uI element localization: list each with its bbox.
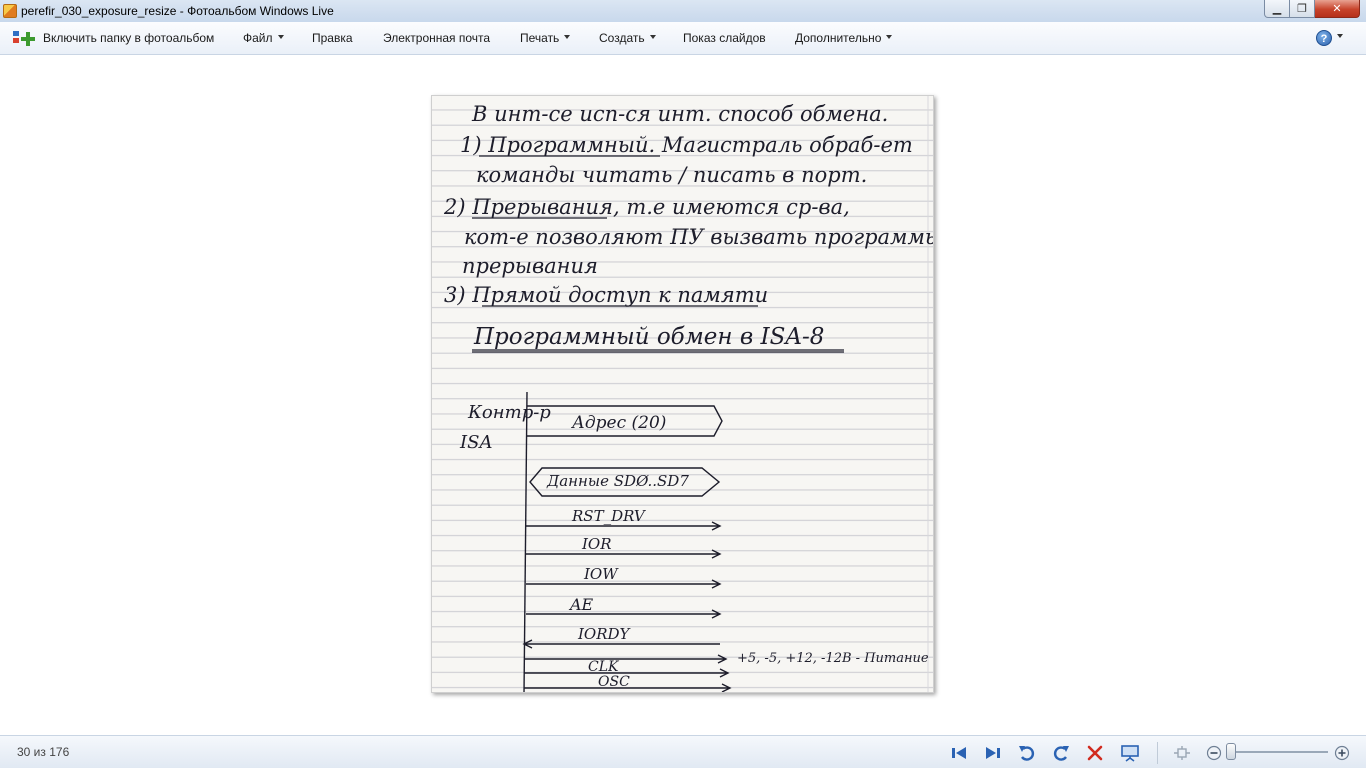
diagram-signal: IOR: [581, 535, 612, 553]
note-line: 3) Прямой доступ к памяти: [444, 283, 768, 307]
diagram-power-label: +5, -5, +12, -12В - Питание: [737, 651, 929, 666]
slideshow-button[interactable]: [1120, 743, 1140, 763]
diagram-signal: AE: [568, 595, 594, 614]
chevron-down-icon: [1337, 34, 1343, 38]
menu-create-label: Создать: [599, 31, 645, 45]
diagram-signal: IOW: [583, 565, 619, 583]
diagram-data-label: Данные SDØ..SD7: [546, 472, 689, 490]
next-button[interactable]: [983, 743, 1003, 763]
zoom-slider-track[interactable]: [1232, 751, 1328, 753]
diagram-address-label: Адрес (20): [571, 413, 666, 433]
delete-icon: [1087, 745, 1103, 761]
photo-gallery-app-icon: [3, 4, 17, 18]
help-icon: ?: [1316, 30, 1332, 46]
maximize-icon: ❐: [1297, 3, 1307, 15]
menu-file-label: Файл: [243, 31, 273, 45]
menu-slideshow[interactable]: Показ слайдов: [683, 22, 766, 55]
note-line: команды читать / писать в порт.: [476, 163, 867, 187]
photo-image: В инт-се исп-ся инт. способ обмена. 1) П…: [431, 95, 934, 693]
note-line: В инт-се исп-ся инт. способ обмена.: [471, 102, 888, 126]
menu-extras[interactable]: Дополнительно: [795, 22, 893, 55]
window-title: perefir_030_exposure_resize - Фотоальбом…: [21, 4, 334, 18]
menu-include-folder[interactable]: Включить папку в фотоальбом: [43, 22, 214, 55]
menu-create[interactable]: Создать: [599, 22, 656, 55]
diagram-signal: IORDY: [577, 625, 632, 643]
close-icon: ✕: [1332, 3, 1342, 15]
menu-print-label: Печать: [520, 31, 560, 45]
note-heading: Программный обмен в ISA-8: [473, 324, 824, 350]
actual-size-icon: [1174, 746, 1190, 760]
photo-counter: 30 из 176: [17, 745, 70, 759]
maximize-button[interactable]: ❐: [1290, 0, 1315, 18]
chevron-down-icon: [564, 34, 571, 39]
zoom-out-icon: [1206, 745, 1222, 761]
diagram-signal: RST_DRV: [571, 507, 647, 525]
previous-button[interactable]: [949, 743, 969, 763]
note-line: кот-е позволяют ПУ вызвать программы: [464, 225, 934, 249]
handwritten-notes-photo-icon: В инт-се исп-ся инт. способ обмена. 1) П…: [432, 96, 934, 692]
rotate-right-button[interactable]: [1051, 743, 1071, 763]
zoom-out-button[interactable]: [1204, 743, 1224, 763]
zoom-slider-handle[interactable]: [1226, 743, 1236, 760]
slideshow-icon: [1121, 745, 1139, 762]
title-bar: perefir_030_exposure_resize - Фотоальбом…: [0, 0, 1366, 22]
close-button[interactable]: ✕: [1315, 0, 1360, 18]
note-line: прерывания: [462, 254, 598, 278]
menu-file[interactable]: Файл: [243, 22, 284, 55]
previous-icon: [952, 747, 966, 759]
menu-extras-label: Дополнительно: [795, 31, 882, 45]
note-line: 1) Программный. Магистраль обраб-ет: [460, 133, 913, 157]
zoom-in-icon: [1334, 745, 1350, 761]
menu-edit[interactable]: Правка: [312, 22, 353, 55]
toolbar-divider: [1157, 742, 1158, 764]
diagram-controller-label: Контр-р: [467, 402, 551, 423]
minimize-button[interactable]: ▁: [1264, 0, 1290, 18]
next-icon: [986, 747, 1000, 759]
menu-print[interactable]: Печать: [520, 22, 571, 55]
zoom-in-button[interactable]: [1332, 743, 1352, 763]
status-bar: 30 из 176: [0, 735, 1366, 768]
delete-button[interactable]: [1085, 743, 1105, 763]
chevron-down-icon: [886, 34, 893, 39]
rotate-left-button[interactable]: [1017, 743, 1037, 763]
window-controls: ▁ ❐ ✕: [1264, 0, 1360, 18]
menu-bar: Включить папку в фотоальбом Файл Правка …: [0, 22, 1366, 55]
minimize-icon: ▁: [1272, 3, 1282, 15]
help-button[interactable]: ?: [1316, 29, 1343, 47]
note-line: 2) Прерывания, т.е имеются ср-ва,: [443, 195, 850, 219]
include-folder-icon: [13, 31, 35, 47]
menu-email[interactable]: Электронная почта: [383, 22, 490, 55]
rotate-clockwise-icon: [1053, 746, 1069, 761]
diagram-bus-label: ISA: [459, 432, 492, 453]
rotate-counterclockwise-icon: [1019, 746, 1035, 761]
chevron-down-icon: [277, 34, 284, 39]
actual-size-button[interactable]: [1172, 743, 1192, 763]
chevron-down-icon: [649, 34, 656, 39]
